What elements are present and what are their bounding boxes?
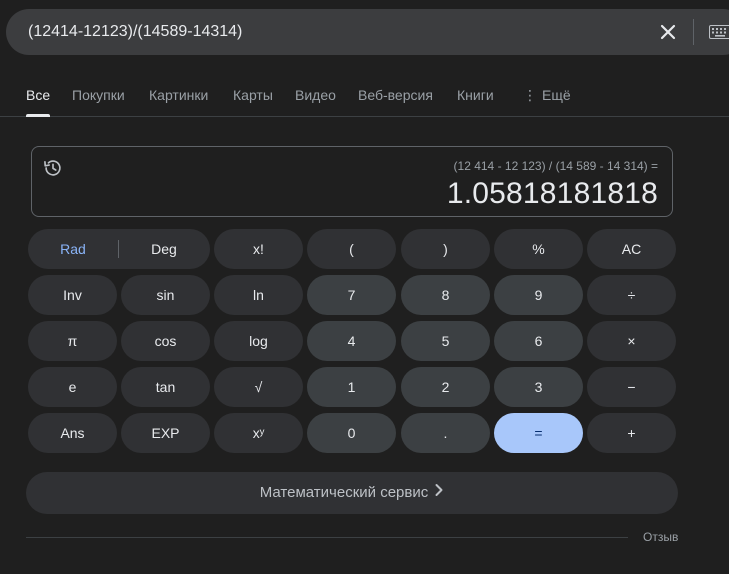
ln-button[interactable]: ln (214, 275, 303, 315)
inv-button[interactable]: Inv (28, 275, 117, 315)
decimal-point-button[interactable]: . (401, 413, 490, 453)
digit-1-button[interactable]: 1 (307, 367, 396, 407)
digit-8-button[interactable]: 8 (401, 275, 490, 315)
history-icon[interactable] (42, 157, 64, 179)
tab-images[interactable]: Картинки (149, 72, 208, 116)
tab-more[interactable]: ⋮ Ещё (523, 72, 571, 116)
search-tabs: Все Покупки Картинки Карты Видео Веб-вер… (0, 72, 729, 117)
tan-button[interactable]: tan (121, 367, 210, 407)
digit-9-button[interactable]: 9 (494, 275, 583, 315)
search-bar (6, 9, 729, 55)
math-service-label: Математический сервис (259, 484, 429, 501)
divide-button[interactable]: ÷ (587, 275, 676, 315)
results-page: Все Покупки Картинки Карты Видео Веб-вер… (0, 0, 729, 574)
digit-6-button[interactable]: 6 (494, 321, 583, 361)
cos-button[interactable]: cos (121, 321, 210, 361)
log-button[interactable]: log (214, 321, 303, 361)
calculator-result: 1.05818181818 (446, 177, 658, 210)
digit-5-button[interactable]: 5 (401, 321, 490, 361)
sin-button[interactable]: sin (121, 275, 210, 315)
tab-shopping[interactable]: Покупки (72, 72, 125, 116)
digit-2-button[interactable]: 2 (401, 367, 490, 407)
minus-button[interactable]: − (587, 367, 676, 407)
pi-button[interactable]: π (28, 321, 117, 361)
factorial-button[interactable]: x! (214, 229, 303, 269)
multiply-button[interactable]: × (587, 321, 676, 361)
keyboard-icon[interactable] (709, 25, 729, 39)
digit-4-button[interactable]: 4 (307, 321, 396, 361)
more-vert-icon: ⋮ (523, 87, 537, 103)
rad-button[interactable]: Rad (28, 229, 118, 269)
sqrt-button[interactable]: √ (214, 367, 303, 407)
footer-divider (26, 537, 628, 538)
tab-web[interactable]: Веб-версия (358, 72, 433, 116)
tab-books[interactable]: Книги (457, 72, 494, 116)
rad-deg-toggle: Rad Deg (28, 229, 210, 269)
close-icon[interactable] (656, 20, 680, 44)
calculator-display: (12 414 - 12 123) / (14 589 - 14 314) = … (31, 146, 673, 217)
feedback-link[interactable]: Отзыв (643, 530, 678, 544)
digit-7-button[interactable]: 7 (307, 275, 396, 315)
calculator-expression: (12 414 - 12 123) / (14 589 - 14 314) = (453, 159, 658, 173)
search-input[interactable] (28, 9, 628, 55)
ans-button[interactable]: Ans (28, 413, 117, 453)
chevron-right-icon (434, 472, 444, 514)
digit-3-button[interactable]: 3 (494, 367, 583, 407)
tab-videos[interactable]: Видео (295, 72, 336, 116)
digit-0-button[interactable]: 0 (307, 413, 396, 453)
all-clear-button[interactable]: AC (587, 229, 676, 269)
exp-button[interactable]: EXP (121, 413, 210, 453)
tab-more-label: Ещё (542, 87, 571, 103)
percent-button[interactable]: % (494, 229, 583, 269)
left-paren-button[interactable]: ( (307, 229, 396, 269)
search-divider (693, 19, 694, 45)
math-service-button[interactable]: Математический сервис (26, 472, 678, 514)
right-paren-button[interactable]: ) (401, 229, 490, 269)
tab-all[interactable]: Все (26, 72, 51, 117)
e-button[interactable]: e (28, 367, 117, 407)
power-button[interactable]: xʸ (214, 413, 303, 453)
equals-button[interactable]: = (494, 413, 583, 453)
deg-button[interactable]: Deg (119, 229, 209, 269)
tab-maps[interactable]: Карты (233, 72, 273, 116)
plus-button[interactable]: + (587, 413, 676, 453)
